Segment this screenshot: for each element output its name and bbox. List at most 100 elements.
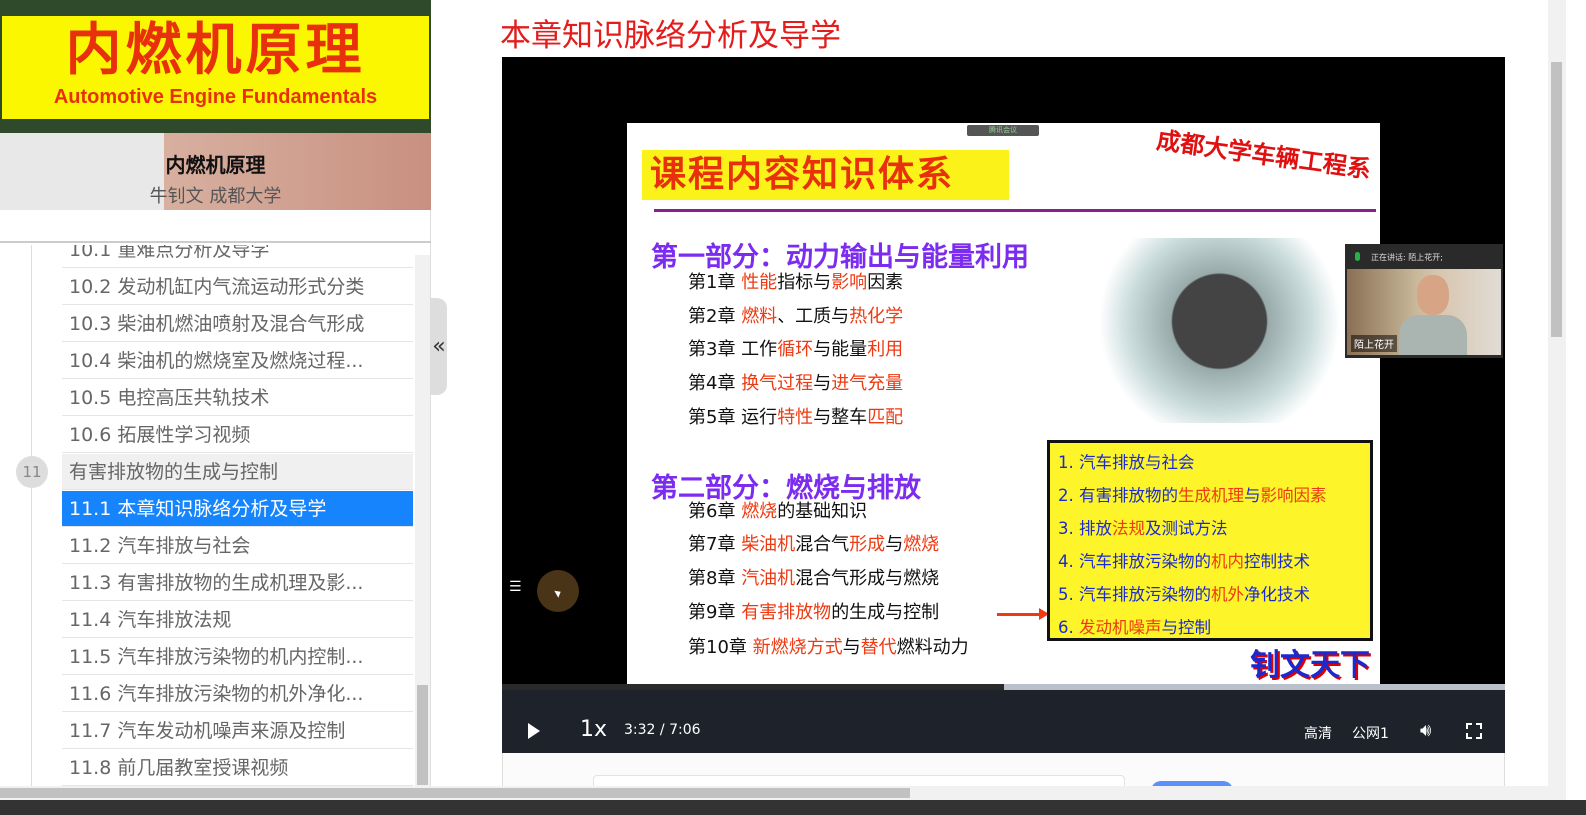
chapter-text: 与 [885, 534, 904, 555]
chapter-line: 第9章 有害排放物的生成与控制 [688, 598, 939, 624]
chapter-text: 利用 [867, 339, 904, 360]
chapter-text: 燃料动力 [896, 637, 969, 658]
chapter-text: 形成 [849, 534, 886, 555]
chapter-text: 柴油机 [741, 534, 796, 555]
topic-text: 生成机理 [1178, 486, 1244, 505]
scrollbar-thumb[interactable] [1551, 62, 1562, 337]
slide: 腾讯会议 课程内容知识体系 成都大学车辆工程系 第一部分：动力输出与能量利用 第… [627, 123, 1380, 690]
time-display: 3:32 / 7:06 [624, 722, 701, 738]
scrollbar-thumb[interactable] [0, 788, 910, 798]
current-time: 3:32 [624, 722, 656, 738]
topic-text: 影响因素 [1260, 486, 1327, 505]
chapter-text: 第7章 [688, 534, 742, 555]
list-item[interactable]: 10.2 发动机缸内气流运动形式分类 [62, 269, 413, 305]
chapter-line: 第10章 新燃烧方式与替代燃料动力 [688, 633, 969, 659]
course-sidebar: 内燃机原理 Automotive Engine Fundamentals 内燃机… [0, 0, 431, 800]
chapter-text: 第8章 [688, 568, 742, 589]
chapter-line: 第3章 工作循环与能量利用 [688, 335, 903, 361]
network-button[interactable]: 公网1 [1352, 723, 1389, 743]
speaker-body [1399, 315, 1467, 355]
list-item[interactable]: 10.6 拓展性学习视频 [62, 417, 413, 453]
chapter-list: 10.1 重难点分析及导学 10.2 发动机缸内气流运动形式分类 10.3 柴油机燃… [0, 245, 415, 800]
player-controls: 1x 3:32 / 7:06 高清 公网1 🔊︎ [502, 690, 1505, 753]
course-header: 内燃机原理 牛钊文 成都大学 [0, 133, 431, 210]
chapter-text: 有害排放物 [741, 602, 832, 623]
chapter-text: 与 [813, 373, 832, 394]
list-item[interactable]: 10.3 柴油机燃油喷射及混合气形成 [62, 306, 413, 342]
chapter-text: 循环 [777, 339, 814, 360]
topic-text: 发动机噪声 [1079, 618, 1162, 637]
banner-subtitle: Automotive Engine Fundamentals [53, 86, 378, 108]
list-item[interactable]: 11.6 汽车排放污染物的机外净化... [62, 676, 413, 712]
divider [0, 241, 431, 243]
chapter-text: 第3章 工作 [688, 339, 778, 360]
chapter-text: 因素 [867, 272, 904, 293]
quality-button[interactable]: 高清 [1304, 723, 1332, 743]
topic-text: 与控制 [1161, 618, 1212, 637]
list-item[interactable]: 11.1 本章知识脉络分析及导学 [62, 491, 413, 527]
chapter-text: 特性 [777, 407, 814, 428]
list-item[interactable]: 10.1 重难点分析及导学 [62, 245, 413, 268]
chapter-text: 第9章 [688, 602, 742, 623]
topic-text: 机外 [1211, 585, 1244, 604]
list-icon[interactable]: ☰ [509, 579, 522, 595]
chapter-text: 汽油机 [741, 568, 796, 589]
chapter-text: 第6章 [688, 501, 742, 522]
chapter-text: 影响 [831, 272, 868, 293]
horizontal-scrollbar[interactable] [0, 786, 1566, 800]
topic-text: 机内 [1211, 552, 1244, 571]
chapter-line: 第1章 性能指标与影响因素 [688, 268, 903, 294]
topic-item: 2. 有害排放物的生成机理与影响因素 [1058, 481, 1362, 514]
speaker-face [1417, 275, 1449, 315]
chapter-text: 热化学 [849, 306, 904, 327]
scrollbar-thumb[interactable] [417, 685, 428, 785]
topic-item: 4. 汽车排放污染物的机内控制技术 [1058, 547, 1362, 580]
comment-area [502, 753, 1505, 801]
topic-text: 控制技术 [1244, 552, 1310, 571]
sidebar-scrollbar[interactable] [415, 255, 430, 800]
chapter-text: 与能量 [813, 339, 868, 360]
page-title: 本章知识脉络分析及导学 [500, 18, 841, 54]
list-item[interactable]: 11.4 汽车排放法规 [62, 602, 413, 638]
chapter-text: 的基础知识 [777, 501, 868, 522]
list-item[interactable]: 10.5 电控高压共轨技术 [62, 380, 413, 416]
list-item[interactable]: 10.4 柴油机的燃烧室及燃烧过程... [62, 343, 413, 379]
section-header[interactable]: 有害排放物的生成与控制 [62, 454, 413, 490]
speaker-camera[interactable]: 正在讲话: 陌上花开; 陌上花开 [1345, 244, 1503, 358]
collapse-sidebar-button[interactable]: « [431, 298, 447, 395]
list-item[interactable]: 11.2 汽车排放与社会 [62, 528, 413, 564]
chapter-text: 混合气形成与燃烧 [795, 568, 940, 589]
topic-text: 法规 [1112, 519, 1145, 538]
topic-item: 5. 汽车排放污染物的机外净化技术 [1058, 580, 1362, 613]
speaking-indicator: 正在讲话: 陌上花开; [1345, 244, 1503, 263]
slogan: 钊文天下 [1250, 648, 1370, 683]
list-item[interactable]: 11.5 汽车排放污染物的机内控制... [62, 639, 413, 675]
page-scrollbar[interactable] [1548, 0, 1566, 790]
list-item[interactable]: 11.3 有害排放物的生成机理及影... [62, 565, 413, 601]
volume-icon[interactable]: 🔊︎ [1420, 720, 1431, 741]
chapter-text: 第2章 [688, 306, 742, 327]
chapter-text: 第5章 运行 [688, 407, 778, 428]
course-title: 内燃机原理 [165, 153, 266, 177]
topic-text: 与 [1244, 486, 1261, 505]
chapter-text: 第10章 [688, 637, 753, 658]
chapter-text: 新燃烧方式 [752, 637, 843, 658]
list-item[interactable]: 11.7 汽车发动机噪声来源及控制 [62, 713, 413, 749]
play-button[interactable] [528, 723, 540, 739]
chapter-text: 指标与 [777, 272, 832, 293]
chapter-text: 的生成与控制 [831, 602, 940, 623]
chapter-line: 第7章 柴油机混合气形成与燃烧 [688, 530, 939, 556]
camera-feed: 陌上花开 [1347, 269, 1501, 355]
playback-rate-button[interactable]: 1x [580, 717, 607, 742]
topic-text: 6. [1058, 618, 1079, 637]
pollution-illustration [1087, 238, 1352, 423]
chapter-text: 换气过程 [741, 373, 814, 394]
fullscreen-icon[interactable] [1466, 723, 1482, 739]
school-name: 成都大学车辆工程系 [1154, 125, 1373, 184]
topic-item: 3. 排放法规及测试方法 [1058, 514, 1362, 547]
chapter-text: 燃烧 [741, 501, 778, 522]
chapter-text: 燃料 [741, 306, 778, 327]
list-item[interactable]: 11.8 前几届教室授课视频 [62, 750, 413, 786]
chapter-text: 与整车 [813, 407, 868, 428]
topic-text: 3. 排放 [1058, 519, 1112, 538]
